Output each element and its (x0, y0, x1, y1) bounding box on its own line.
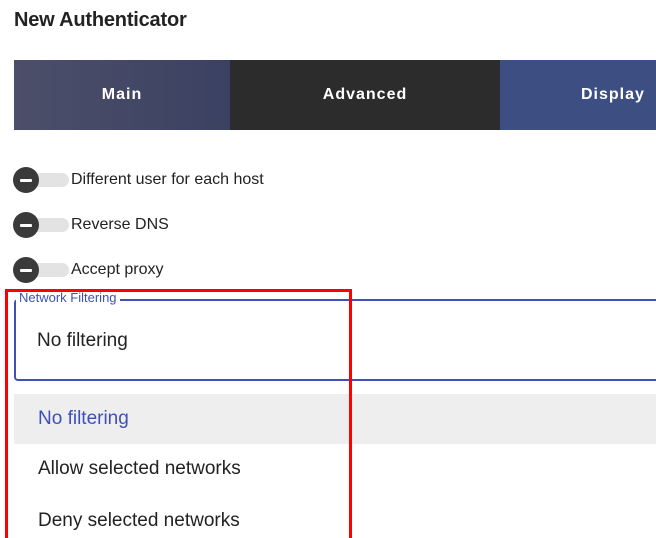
tab-main[interactable]: Main (14, 60, 230, 130)
toggle-knob (13, 167, 39, 193)
option-deny-selected-networks[interactable]: Deny selected networks (14, 496, 656, 538)
new-authenticator-dialog: New Authenticator Main Advanced Display … (0, 0, 656, 538)
reverse-dns-label: Reverse DNS (71, 216, 169, 233)
reverse-dns-toggle[interactable] (13, 212, 69, 238)
accept-proxy-toggle[interactable] (13, 257, 69, 283)
network-filtering-value: No filtering (37, 330, 128, 351)
toggle-row-reverse-dns: Reverse DNS (13, 212, 169, 238)
tab-display[interactable]: Display (500, 60, 656, 130)
network-filtering-menu: No filtering Allow selected networks Den… (14, 394, 656, 538)
tab-bar: Main Advanced Display (14, 60, 656, 130)
option-no-filtering[interactable]: No filtering (14, 394, 656, 444)
option-allow-selected-networks[interactable]: Allow selected networks (14, 444, 656, 494)
different-user-label: Different user for each host (71, 171, 264, 188)
toggle-row-different-user: Different user for each host (13, 167, 264, 193)
minus-icon (20, 178, 32, 182)
accept-proxy-label: Accept proxy (71, 261, 164, 278)
toggle-knob (13, 257, 39, 283)
minus-icon (20, 223, 32, 227)
page-title: New Authenticator (14, 9, 187, 31)
tab-advanced[interactable]: Advanced (230, 60, 500, 130)
network-filtering-label: Network Filtering (16, 290, 120, 306)
different-user-toggle[interactable] (13, 167, 69, 193)
minus-icon (20, 268, 32, 272)
toggle-knob (13, 212, 39, 238)
toggle-row-accept-proxy: Accept proxy (13, 257, 163, 283)
